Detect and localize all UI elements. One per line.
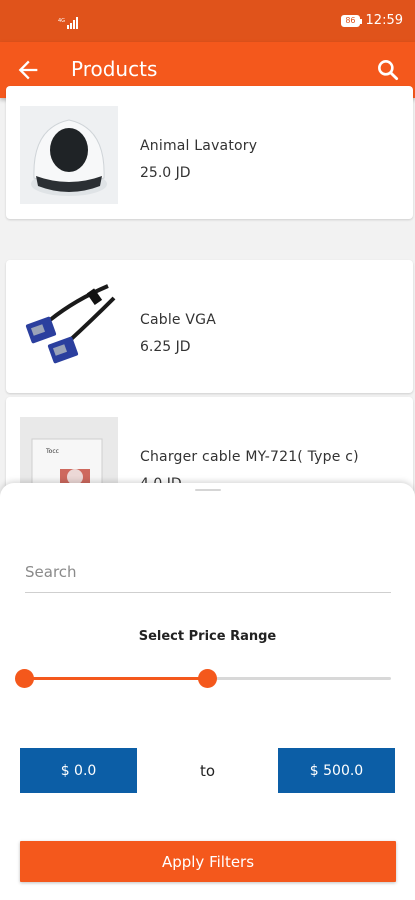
price-range-label: Select Price Range: [138, 629, 277, 644]
status-right: 86 12:59: [341, 13, 403, 28]
product-image-animal-lavatory: [20, 106, 118, 204]
slider-max-handle[interactable]: [198, 669, 217, 688]
sheet-drag-handle[interactable]: [195, 489, 221, 491]
product-price: 6.25 JD: [140, 339, 191, 355]
product-card[interactable]: Cable VGA 6.25 JD: [6, 260, 413, 393]
search-input[interactable]: [25, 551, 391, 593]
max-price-button[interactable]: $ 500.0: [278, 748, 395, 793]
product-name: Charger cable MY-721( Type c): [140, 449, 359, 465]
apply-filters-button[interactable]: Apply Filters: [20, 841, 396, 882]
product-image-cable-vga: [20, 280, 118, 378]
filter-sheet: Select Price Range $ 0.0 to $ 500.0 Appl…: [0, 483, 415, 900]
page-title: Products: [71, 57, 158, 81]
signal-icon: 4G: [58, 17, 78, 29]
product-card[interactable]: Animal Lavatory 25.0 JD: [6, 86, 413, 219]
slider-min-handle[interactable]: [14, 669, 34, 688]
arrow-left-icon[interactable]: [14, 56, 42, 84]
svg-text:Tocc: Tocc: [45, 448, 59, 455]
status-bar: 4G 86 12:59: [0, 0, 415, 42]
product-name: Animal Lavatory: [140, 138, 258, 154]
slider-fill: [24, 677, 208, 680]
product-price: 25.0 JD: [140, 165, 191, 181]
search-icon[interactable]: [375, 57, 401, 83]
price-range-slider[interactable]: [14, 669, 391, 689]
product-name: Cable VGA: [140, 312, 216, 328]
status-time: 12:59: [365, 13, 403, 28]
battery-icon: 86: [341, 14, 362, 27]
signal-label: 4G: [58, 18, 65, 24]
